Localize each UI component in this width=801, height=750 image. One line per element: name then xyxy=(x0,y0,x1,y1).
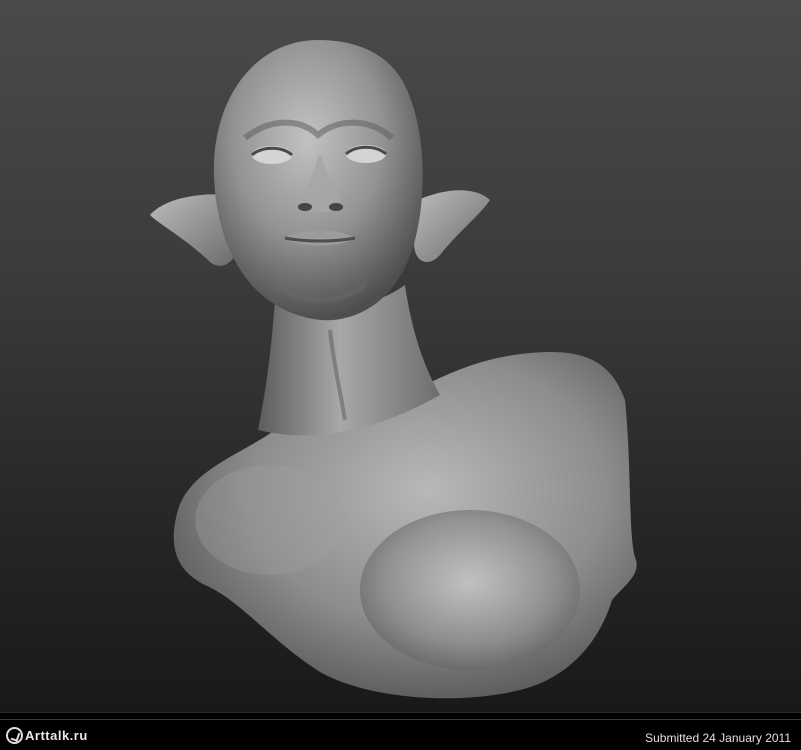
chest-volume xyxy=(360,510,580,670)
watermark-logo-text: Arttalk.ru xyxy=(25,727,88,743)
footer-divider xyxy=(0,719,801,720)
submitted-date: Submitted 24 January 2011 xyxy=(645,731,791,745)
arttalk-watermark: Arttalk.ru xyxy=(6,725,88,745)
sculpted-bust-render xyxy=(150,40,637,699)
image-canvas: Arttalk.ru Submitted 24 January 2011 xyxy=(0,0,801,750)
arttalk-logo-icon xyxy=(6,726,23,744)
right-ear xyxy=(414,190,490,263)
image-footer-bar: Arttalk.ru Submitted 24 January 2011 xyxy=(0,712,801,750)
shoulder-highlight xyxy=(195,465,345,575)
